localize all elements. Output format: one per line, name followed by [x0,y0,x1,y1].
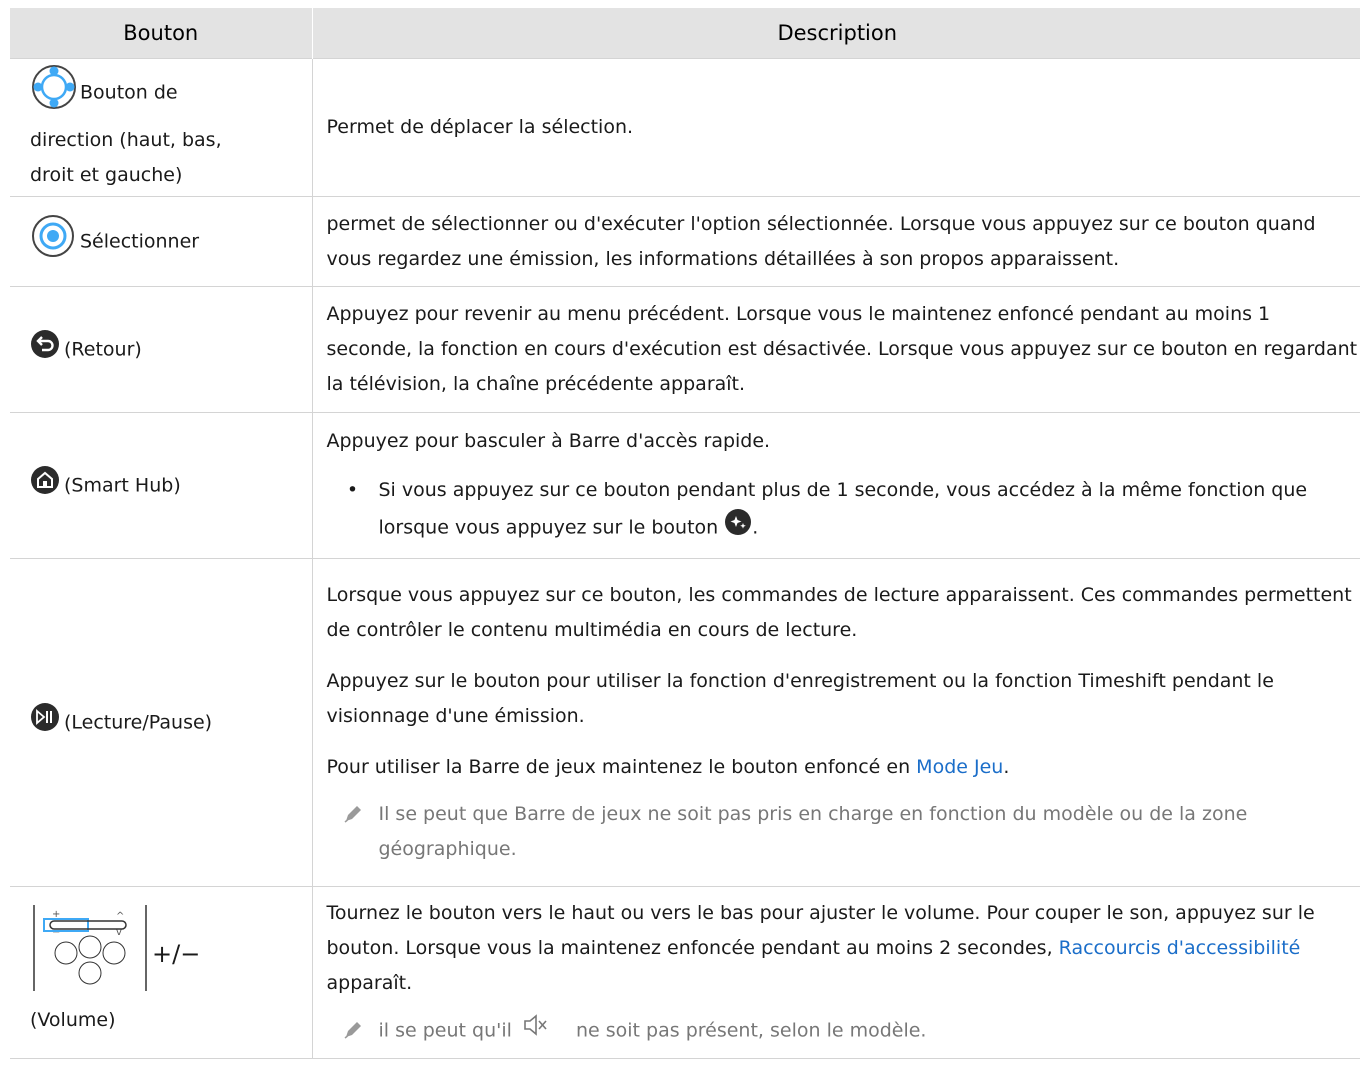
pencil-note-icon [327,1013,379,1049]
button-cell: Bouton de direction (haut, bas, droit et… [10,58,313,197]
table-row: + − ^ v +/− (Volume) Tournez le bouton v… [10,886,1360,1059]
description-text: Lorsque vous appuyez sur ce bouton, les … [326,584,1352,641]
bullet-text: Si vous appuyez sur ce bouton pendant pl… [378,478,1308,539]
volume-rocker-icon: + − ^ v [30,905,150,1003]
button-cell: (Lecture/Pause) [10,558,313,887]
description-cell: Tournez le bouton vers le haut ou vers l… [312,886,1360,1059]
description-text: Appuyez pour basculer à Barre d'accès ra… [326,429,771,452]
star-button-icon [724,508,752,548]
description-text-with-link: Pour utiliser la Barre de jeux maintenez… [327,750,1359,785]
button-label: Sélectionner [80,230,200,252]
button-cell: (Smart Hub) [10,412,313,559]
table-row: (Smart Hub) Appuyez pour basculer à Barr… [10,412,1360,559]
back-icon [30,329,60,371]
description-cell: Lorsque vous appuyez sur ce bouton, les … [312,558,1360,887]
direction-pad-icon [30,63,78,123]
description-cell: permet de sélectionner ou d'exécuter l'o… [312,196,1360,287]
button-label: (Smart Hub) [64,474,181,496]
table-row: Sélectionner permet de sélectionner ou d… [10,196,1360,287]
table-row: Bouton de direction (haut, bas, droit et… [10,58,1360,197]
description-cell: Appuyez pour basculer à Barre d'accès ra… [312,412,1360,559]
page: Bouton Description Bouton de direction (… [0,0,1360,1070]
mode-jeu-link[interactable]: Mode Jeu [916,756,1003,778]
bullet-dot: • [346,478,359,501]
plus-minus-label: +/− [152,939,201,968]
button-cell: (Retour) [10,286,313,413]
description-text: permet de sélectionner ou d'exécuter l'o… [326,212,1316,270]
remote-buttons-table: Bouton Description Bouton de direction (… [10,8,1360,1059]
note-text: ne soit pas présent, selon le modèle. [575,1019,927,1042]
play-pause-icon [30,702,60,744]
bullet-item: • Si vous appuyez sur ce bouton pendant … [327,473,1359,548]
button-label: (Lecture/Pause) [64,711,213,733]
note: il se peut qu'il ne soit pas présent, se… [327,1013,1359,1049]
table-row: (Lecture/Pause) Lorsque vous appuyez sur… [10,558,1360,887]
description-text: Appuyez pour revenir au menu précédent. … [326,303,1358,395]
description-cell: Appuyez pour revenir au menu précédent. … [312,286,1360,413]
button-cell: Sélectionner [10,196,313,287]
column-header-description: Description [311,8,1360,59]
button-label: (Volume) [30,1009,116,1031]
bullet-end: . [752,516,759,538]
description-text: Permet de déplacer la sélection. [326,116,634,138]
mute-icon [522,1013,548,1049]
button-cell: + − ^ v +/− (Volume) [10,886,313,1059]
table-row: (Retour) Appuyez pour revenir au menu pr… [10,286,1360,413]
description-text: Appuyez sur le bouton pour utiliser la f… [326,670,1274,727]
text-after-link: apparaît. [326,972,413,994]
pencil-note-icon [327,797,379,867]
button-label: (Retour) [64,338,142,360]
text-before-link: Pour utiliser la Barre de jeux maintenez… [326,756,917,778]
note-content: il se peut qu'il ne soit pas présent, se… [378,1013,927,1049]
column-header-bouton: Bouton [10,8,312,59]
note-text: il se peut qu'il [378,1019,512,1042]
select-button-icon [30,213,76,271]
description-text-with-link: Tournez le bouton vers le haut ou vers l… [327,896,1359,1001]
bullet-content: Si vous appuyez sur ce bouton pendant pl… [379,473,1359,548]
home-icon [30,465,60,507]
accessibility-shortcuts-link[interactable]: Raccourcis d'accessibilité [1059,937,1301,959]
description-cell: Permet de déplacer la sélection. [312,58,1360,197]
table-header-row: Bouton Description [10,8,1360,59]
note: Il se peut que Barre de jeux ne soit pas… [327,797,1359,867]
note-text: Il se peut que Barre de jeux ne soit pas… [378,803,1248,860]
text-after-link: . [1003,756,1010,778]
